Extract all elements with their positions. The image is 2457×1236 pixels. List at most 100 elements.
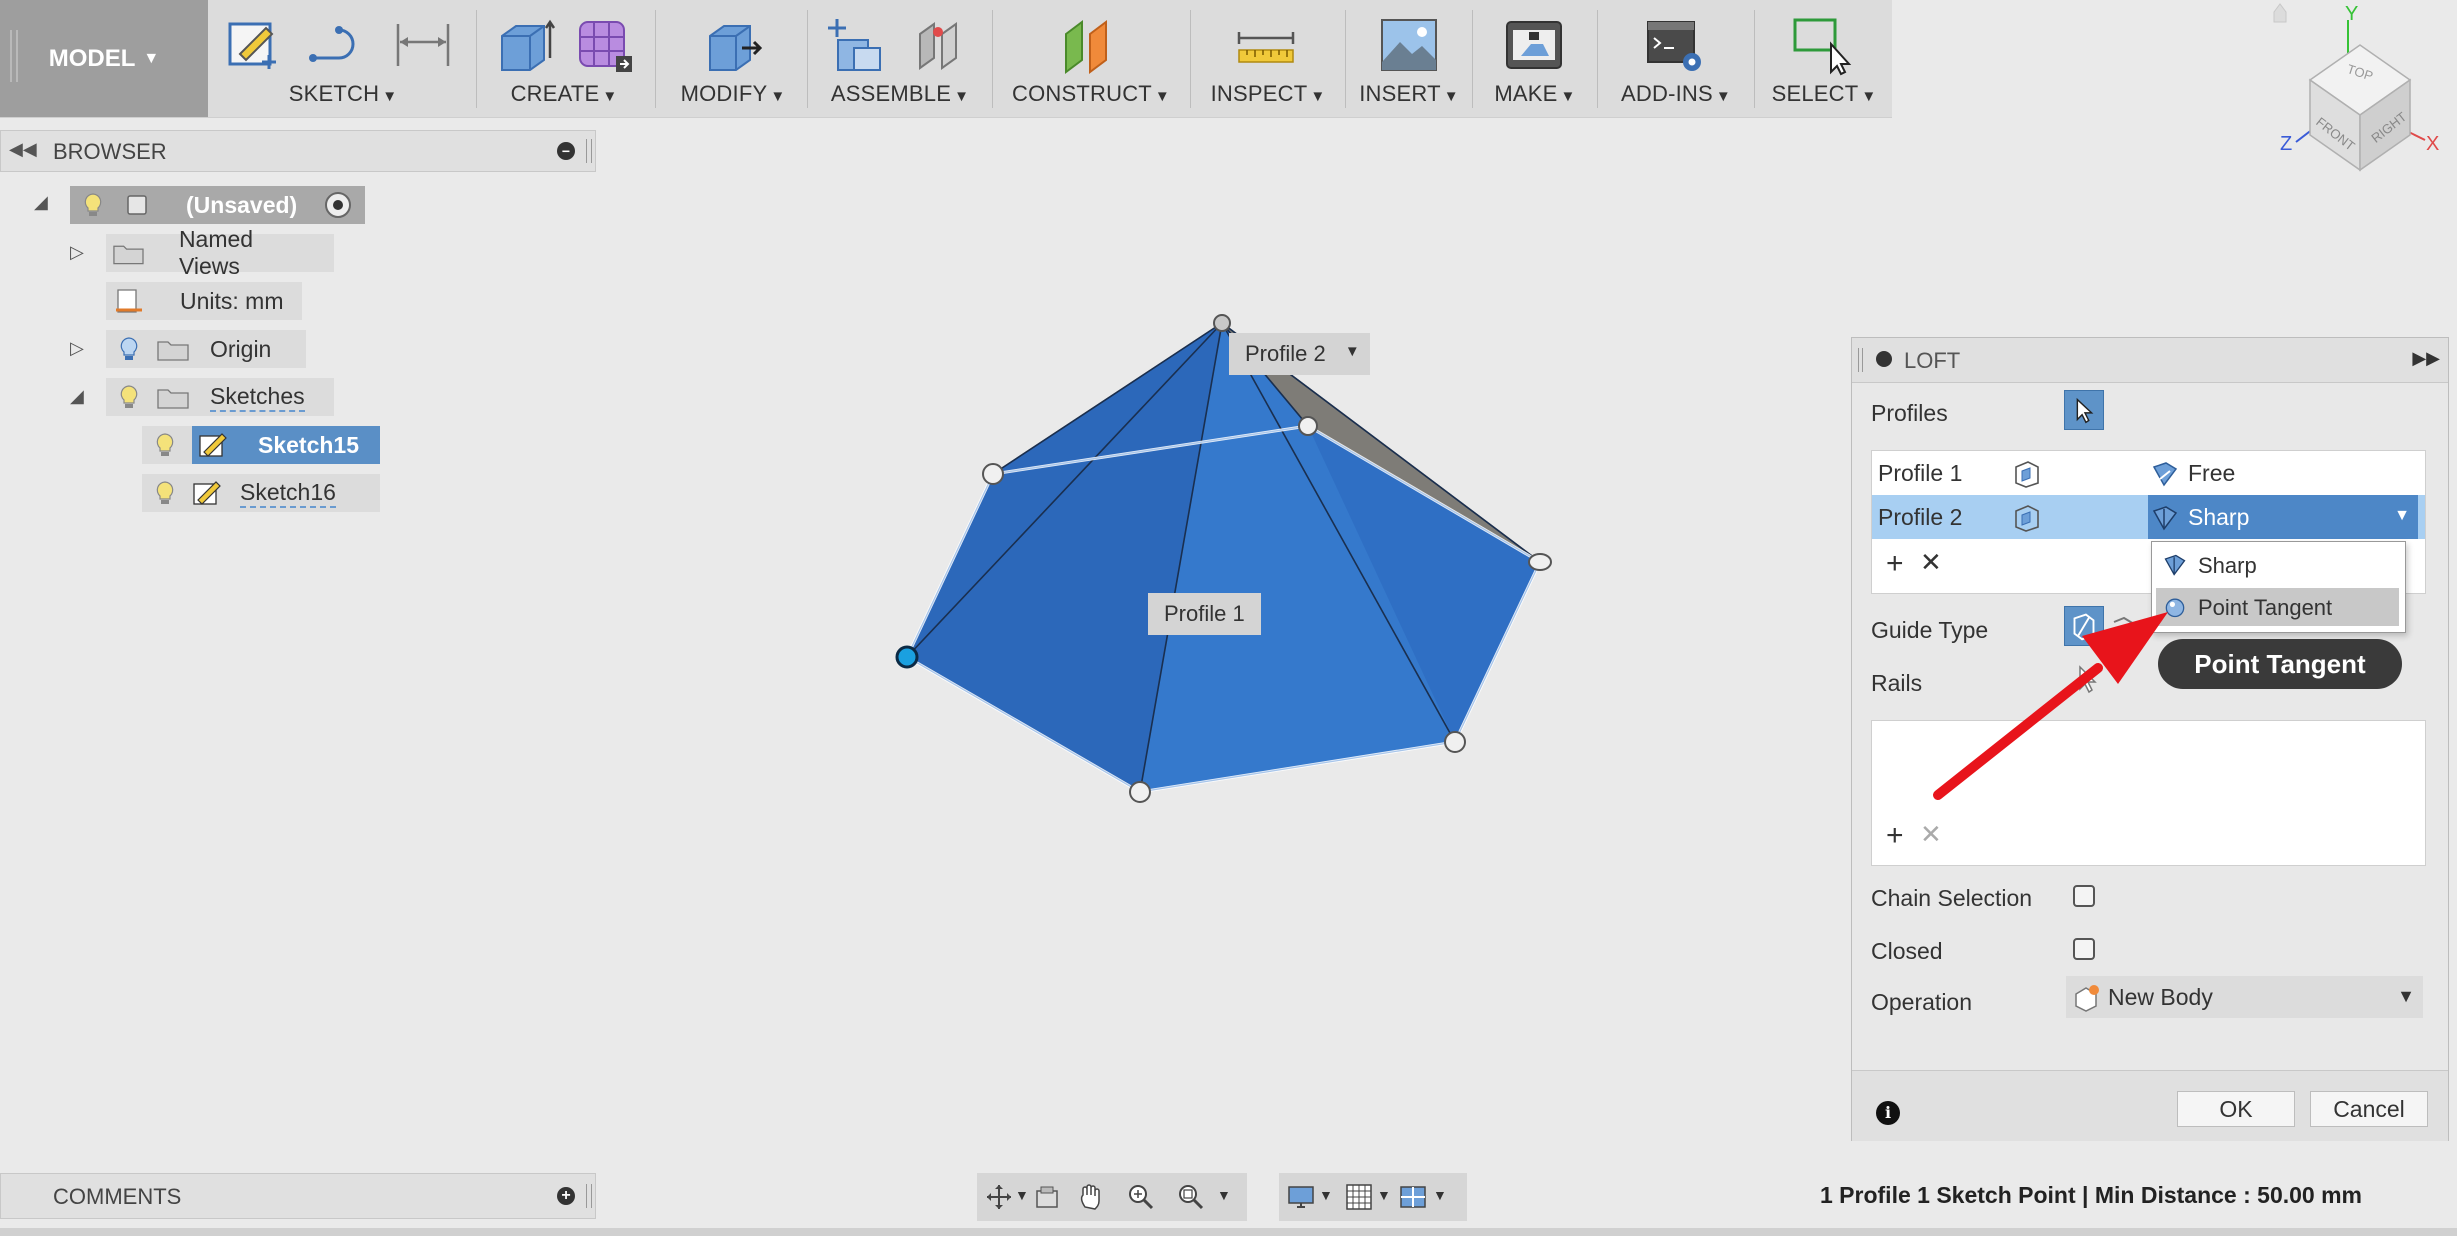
scripts-icon[interactable] <box>1644 14 1706 76</box>
3d-print-icon[interactable] <box>1503 14 1565 76</box>
visibility-bulb-icon[interactable] <box>82 192 104 218</box>
profile-row-selected[interactable]: Profile 2 Sharp ▼ <box>1872 495 2425 539</box>
profile-condition-select[interactable]: Free <box>2148 451 2418 495</box>
panel-grip[interactable] <box>1858 348 1863 372</box>
info-icon[interactable]: i <box>1876 1101 1900 1125</box>
measure-icon[interactable] <box>1235 14 1297 76</box>
dropdown-option-point-tangent[interactable]: Point Tangent <box>2156 588 2399 626</box>
look-at-icon[interactable] <box>1033 1183 1061 1211</box>
sketch-menu[interactable]: SKETCH ▼ <box>212 81 474 107</box>
make-menu[interactable]: MAKE ▼ <box>1475 81 1595 107</box>
modify-group[interactable]: MODIFY ▼ <box>658 0 808 117</box>
browser-item-sketch15[interactable]: Sketch15 <box>142 426 380 464</box>
modify-menu[interactable]: MODIFY ▼ <box>658 81 808 107</box>
visibility-bulb-icon[interactable] <box>154 432 176 458</box>
zoom-icon[interactable] <box>1127 1183 1155 1211</box>
profile-condition-select[interactable]: Sharp ▼ <box>2148 495 2418 539</box>
form-icon[interactable] <box>574 14 636 76</box>
offset-plane-icon[interactable] <box>1060 14 1122 76</box>
chevron-down-icon[interactable]: ▼ <box>1433 1187 1447 1203</box>
collapse-panel-icon[interactable]: ◀◀ <box>9 139 37 160</box>
chevron-down-icon[interactable]: ▼ <box>1319 1187 1333 1203</box>
fit-zoom-icon[interactable] <box>1177 1183 1205 1211</box>
grid-settings-icon[interactable] <box>1345 1183 1373 1211</box>
profile-row[interactable]: Profile 1 Free <box>1872 451 2425 495</box>
chevron-down-icon[interactable]: ▼ <box>1377 1187 1391 1203</box>
addins-menu[interactable]: ADD-INS ▼ <box>1600 81 1752 107</box>
sketch-group[interactable]: SKETCH ▼ <box>212 0 474 117</box>
line-arc-icon[interactable] <box>307 14 369 76</box>
create-sketch-icon[interactable] <box>222 14 284 76</box>
visibility-bulb-icon[interactable] <box>118 336 140 362</box>
create-group[interactable]: CREATE ▼ <box>478 0 650 117</box>
display-settings-icon[interactable] <box>1287 1183 1315 1211</box>
add-rail-icon[interactable]: + <box>1886 819 1904 853</box>
visibility-bulb-icon[interactable] <box>154 480 176 506</box>
dropdown-option-sharp[interactable]: Sharp <box>2156 546 2399 584</box>
assemble-menu[interactable]: ASSEMBLE ▼ <box>810 81 990 107</box>
insert-menu[interactable]: INSERT ▼ <box>1348 81 1470 107</box>
dimension-icon[interactable] <box>392 14 454 76</box>
add-profile-icon[interactable]: + <box>1886 547 1904 581</box>
make-group[interactable]: MAKE ▼ <box>1475 0 1595 117</box>
loft-header[interactable]: LOFT ▶▶ <box>1852 338 2448 383</box>
inspect-menu[interactable]: INSPECT ▼ <box>1193 81 1343 107</box>
addins-group[interactable]: ADD-INS ▼ <box>1600 0 1752 117</box>
toolbar-grip[interactable] <box>10 30 18 82</box>
closed-checkbox[interactable] <box>2073 938 2095 960</box>
workspace-switcher[interactable]: MODEL ▼ <box>0 0 208 117</box>
panel-grip[interactable] <box>586 1184 592 1208</box>
assemble-group[interactable]: ASSEMBLE ▼ <box>810 0 990 117</box>
profile1-viewport-label[interactable]: Profile 1 <box>1148 593 1261 635</box>
insert-group[interactable]: INSERT ▼ <box>1348 0 1470 117</box>
chain-selection-checkbox[interactable] <box>2073 885 2095 907</box>
operation-select[interactable]: New Body ▼ <box>2066 976 2423 1018</box>
browser-root[interactable]: (Unsaved) <box>70 186 366 224</box>
panel-grip[interactable] <box>586 139 592 163</box>
create-menu[interactable]: CREATE ▼ <box>478 81 650 107</box>
extrude-icon[interactable] <box>494 14 556 76</box>
cancel-button[interactable]: Cancel <box>2310 1091 2428 1127</box>
chevron-down-icon[interactable]: ▼ <box>1345 343 1360 360</box>
window-select-icon[interactable] <box>1793 14 1855 76</box>
browser-item-sketches[interactable]: Sketches <box>106 378 334 416</box>
browser-item-origin[interactable]: Origin <box>106 330 306 368</box>
inspect-group[interactable]: INSPECT ▼ <box>1193 0 1343 117</box>
construct-menu[interactable]: CONSTRUCT ▼ <box>995 81 1187 107</box>
remove-profile-icon[interactable]: ✕ <box>1920 547 1942 578</box>
browser-item-named-views[interactable]: Named Views <box>106 226 334 279</box>
ok-button[interactable]: OK <box>2177 1091 2295 1127</box>
browser-item-units[interactable]: Units: mm <box>106 282 302 320</box>
expand-triangle-icon[interactable]: ▷ <box>70 242 84 263</box>
comments-panel[interactable]: COMMENTS + <box>0 1173 596 1219</box>
home-icon[interactable] <box>2273 3 2287 23</box>
view-cube[interactable]: Y Z X TOP FRONT RIGHT <box>2250 0 2457 180</box>
browser-header[interactable]: ◀◀ BROWSER − <box>0 130 596 172</box>
browser-item-sketch16[interactable]: Sketch16 <box>142 474 380 512</box>
loft-preview-body[interactable] <box>860 300 1580 820</box>
pan-hand-icon[interactable] <box>1077 1183 1105 1211</box>
expand-triangle-icon[interactable]: ▷ <box>70 338 84 359</box>
expand-comments-icon[interactable]: + <box>557 1187 575 1205</box>
profiles-select-button[interactable] <box>2064 390 2104 430</box>
expand-panel-icon[interactable]: ▶▶ <box>2412 348 2440 369</box>
press-pull-icon[interactable] <box>702 14 764 76</box>
viewports-icon[interactable] <box>1399 1183 1427 1211</box>
minimize-icon[interactable]: − <box>557 142 575 160</box>
visibility-bulb-icon[interactable] <box>118 384 140 410</box>
minimize-icon[interactable] <box>1876 351 1892 367</box>
chevron-down-icon[interactable]: ▼ <box>1217 1187 1231 1203</box>
insert-image-icon[interactable] <box>1378 14 1440 76</box>
expand-triangle-icon[interactable]: ◢ <box>34 192 48 213</box>
chevron-down-icon[interactable]: ▼ <box>1015 1187 1029 1203</box>
chevron-down-icon[interactable]: ▼ <box>2394 507 2410 525</box>
activate-radio-icon[interactable] <box>323 190 353 220</box>
construct-group[interactable]: CONSTRUCT ▼ <box>995 0 1187 117</box>
select-group[interactable]: SELECT ▼ <box>1757 0 1891 117</box>
select-menu[interactable]: SELECT ▼ <box>1757 81 1891 107</box>
new-component-icon[interactable] <box>824 14 886 76</box>
profile2-viewport-label[interactable]: Profile 2 ▼ <box>1229 333 1370 375</box>
orbit-icon[interactable] <box>985 1183 1013 1211</box>
collapse-triangle-icon[interactable]: ◢ <box>70 386 84 407</box>
joint-icon[interactable] <box>910 14 972 76</box>
